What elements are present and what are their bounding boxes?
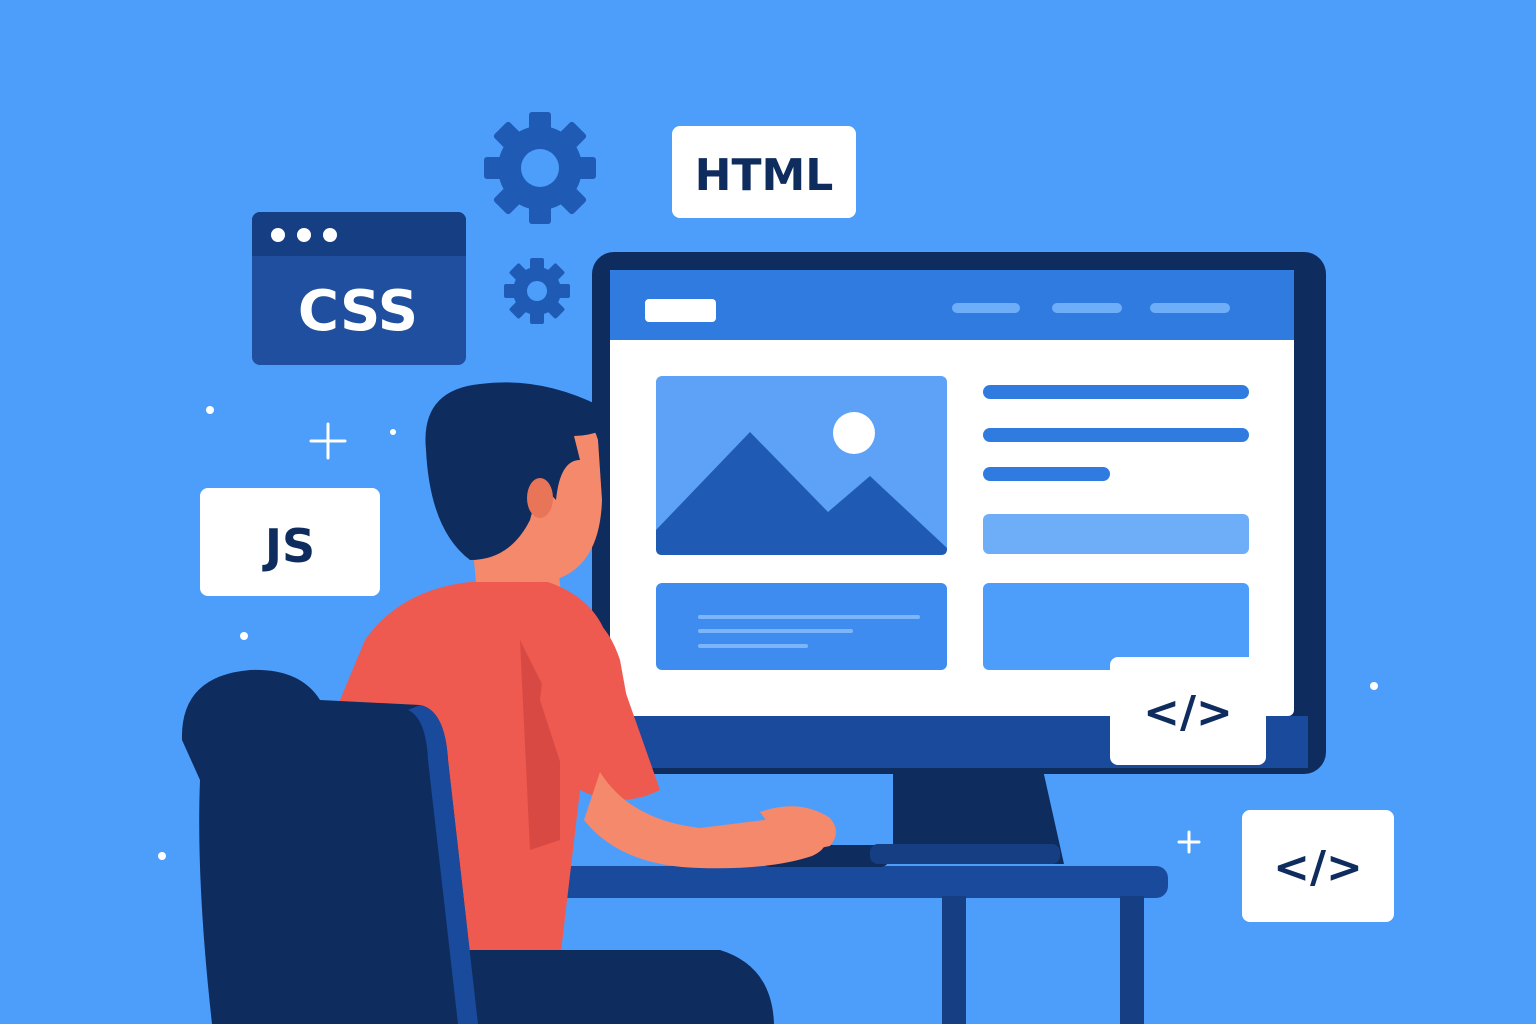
window-dot-icon	[323, 228, 337, 242]
sparkle-dot	[206, 406, 214, 414]
illustration-scene: HTML CSS JS </> </>	[0, 0, 1536, 1024]
mockup-text-line	[983, 385, 1249, 399]
mockup-nav-link	[1052, 303, 1122, 313]
sun-icon	[833, 412, 875, 454]
mockup-card-line	[698, 644, 808, 648]
window-dot-icon	[271, 228, 285, 242]
sparkle-dot	[390, 429, 396, 435]
mockup-logo	[645, 299, 716, 322]
mockup-nav-link	[952, 303, 1020, 313]
mockup-card-line	[698, 615, 920, 619]
mockup-text-line	[983, 428, 1249, 442]
css-window-card: CSS	[252, 212, 466, 365]
person-ear	[527, 478, 553, 518]
js-tag-label: JS	[262, 519, 315, 573]
css-tag-label: CSS	[298, 279, 418, 344]
mockup-card	[983, 583, 1249, 670]
html-tag-label: HTML	[695, 150, 834, 201]
js-tag-card: JS	[200, 488, 380, 596]
mockup-card	[656, 583, 947, 670]
html-tag-card: HTML	[672, 126, 856, 218]
code-tag-label-front: </>	[1143, 687, 1233, 738]
gear-icon-small	[504, 258, 570, 324]
mountain-image-icon	[656, 376, 947, 555]
mockup-card-line	[698, 629, 853, 633]
illustration-canvas: HTML CSS JS </> </>	[0, 0, 1536, 1024]
office-chair	[181, 669, 478, 1024]
code-tag-card-side: </>	[1242, 810, 1394, 922]
code-tag-card-front: </>	[1110, 657, 1266, 765]
sparkle-dot	[240, 632, 248, 640]
sparkle-dot	[158, 852, 166, 860]
sparkle-dot	[1370, 682, 1378, 690]
mockup-text-line	[983, 467, 1110, 481]
mockup-nav-link	[1150, 303, 1230, 313]
mockup-button-block	[983, 514, 1249, 554]
window-dot-icon	[297, 228, 311, 242]
gear-icon-large	[484, 112, 596, 224]
code-tag-label-side: </>	[1273, 842, 1363, 893]
